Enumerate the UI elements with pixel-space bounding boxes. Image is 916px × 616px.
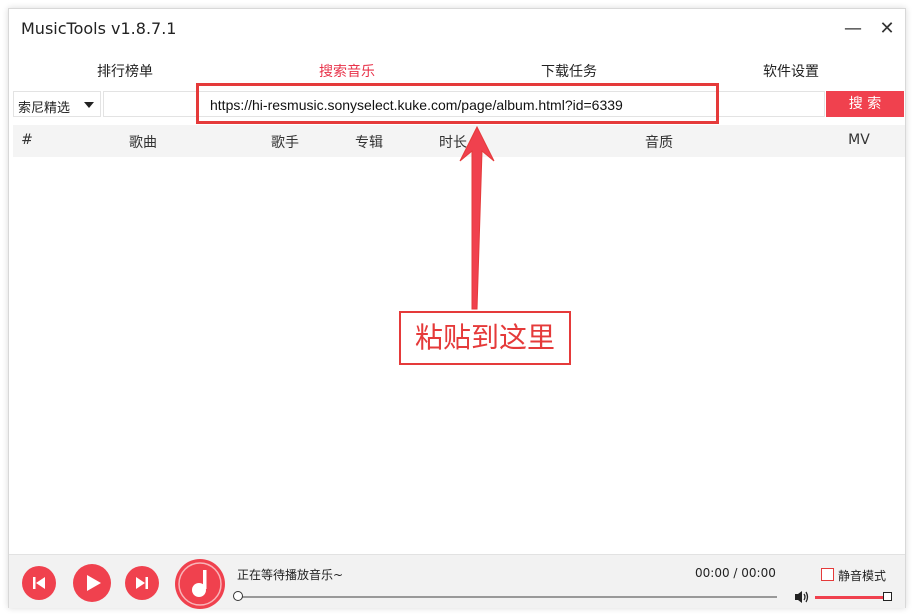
progress-bar[interactable] [239, 596, 777, 598]
minimize-button[interactable]: — [839, 17, 867, 41]
album-art-disc [175, 559, 225, 609]
source-dropdown-value: 索尼精选 [18, 101, 71, 116]
tab-download-tasks[interactable]: 下载任务 [541, 61, 597, 81]
column-quality: 音质 [645, 135, 673, 151]
next-icon [136, 577, 148, 589]
play-button[interactable] [73, 564, 111, 602]
player-bar: 正在等待播放音乐~ 00:00 / 00:00 静音模式 [9, 554, 905, 609]
url-highlight-box [196, 83, 719, 124]
dropdown-caret-icon [84, 102, 94, 108]
close-button[interactable]: ✕ [873, 17, 901, 41]
column-album: 专辑 [355, 135, 383, 151]
previous-icon [33, 577, 45, 589]
tab-charts[interactable]: 排行榜单 [97, 61, 153, 81]
column-mv: MV [848, 132, 870, 148]
column-artist: 歌手 [271, 135, 299, 151]
column-song: 歌曲 [129, 135, 157, 151]
results-header: # 歌曲 歌手 专辑 时长 音质 MV [13, 125, 905, 157]
playback-time: 00:00 / 00:00 [695, 566, 776, 580]
mute-label: 静音模式 [838, 569, 887, 583]
progress-handle[interactable] [233, 591, 243, 601]
volume-icon[interactable] [794, 589, 810, 605]
column-index: # [21, 132, 33, 148]
music-note-icon [178, 562, 222, 606]
tab-search-music[interactable]: 搜索音乐 [319, 61, 375, 81]
next-button[interactable] [125, 566, 159, 600]
annotation-label: 粘贴到这里 [399, 311, 571, 365]
play-icon [87, 575, 101, 591]
volume-handle[interactable] [883, 592, 892, 601]
column-duration: 时长 [439, 135, 467, 151]
tab-settings[interactable]: 软件设置 [763, 61, 819, 81]
volume-slider[interactable] [815, 596, 885, 599]
source-dropdown[interactable]: 索尼精选 [13, 91, 101, 117]
playback-status: 正在等待播放音乐~ [237, 568, 344, 582]
title-bar: MusicTools v1.8.7.1 — ✕ [9, 9, 905, 49]
previous-button[interactable] [22, 566, 56, 600]
app-title: MusicTools v1.8.7.1 [21, 19, 177, 38]
app-window: MusicTools v1.8.7.1 — ✕ 排行榜单 搜索音乐 下载任务 软… [8, 8, 906, 609]
mute-checkbox[interactable] [821, 568, 834, 581]
search-button[interactable]: 搜 索 [826, 91, 904, 117]
